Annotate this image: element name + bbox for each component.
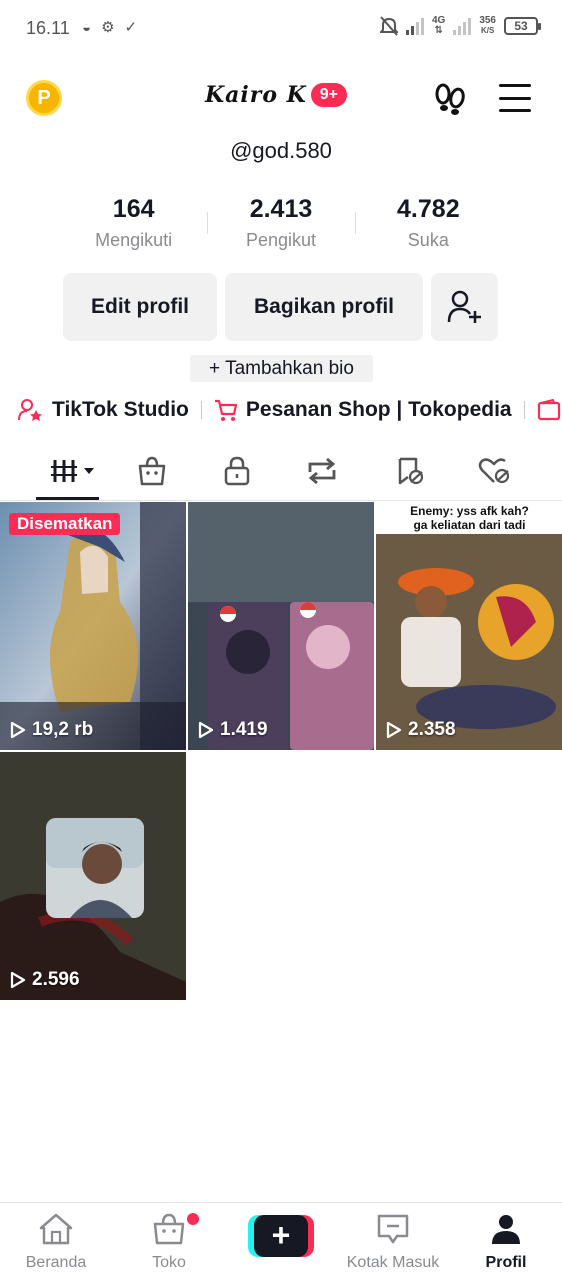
download-done-icon: ✓ (124, 19, 138, 36)
video-thumbnail[interactable]: Disematkan 19,2 rb (0, 502, 186, 750)
shop-orders-label: Pesanan Shop | Tokopedia (245, 398, 512, 421)
shop-bag-icon (138, 456, 166, 486)
account-switcher[interactable]: Kairo K 9+ (205, 82, 348, 108)
view-count-text: 2.358 (408, 719, 456, 740)
stat-label: Suka (407, 230, 449, 250)
tiktok-studio-link[interactable]: TikTok Studio (18, 398, 189, 422)
notification-badge: 9+ (310, 83, 348, 107)
footprints-icon[interactable] (432, 80, 468, 116)
repost-icon (308, 457, 336, 485)
nav-inbox[interactable]: Kotak Masuk (343, 1213, 443, 1272)
cart-icon (214, 399, 237, 421)
video-thumbnail[interactable]: Enemy: yss afk kah? ga keliatan dari tad… (376, 502, 562, 750)
tab-private[interactable] (217, 447, 257, 495)
add-bio-button[interactable]: + Tambahkan bio (190, 355, 373, 382)
status-left-icons: ◒ ⚙ ✓ (82, 18, 137, 38)
video-thumbnail[interactable]: 1.419 (188, 502, 374, 750)
tiktok-studio-label: TikTok Studio (52, 398, 189, 421)
thumbnail-image (376, 502, 562, 750)
nav-home-label: Beranda (25, 1254, 87, 1271)
tab-favorites[interactable] (390, 447, 430, 495)
wallet-link[interactable] (537, 399, 561, 421)
separator (523, 401, 525, 419)
plus-icon: + (254, 1215, 308, 1257)
thumbnail-image (0, 502, 186, 750)
bottom-navigation: Beranda Toko + Kotak Masuk Profil (0, 1202, 562, 1280)
creator-star-icon (18, 399, 42, 421)
tab-shop[interactable] (132, 447, 172, 495)
profile-display-name: Kairo K (205, 82, 307, 108)
inbox-icon (377, 1214, 409, 1244)
play-icon (10, 721, 26, 739)
view-count-text: 1.419 (220, 719, 268, 740)
play-icon (10, 971, 26, 989)
edit-profile-button[interactable]: Edit profil (63, 273, 217, 341)
menu-icon[interactable] (499, 84, 531, 112)
home-icon (39, 1213, 73, 1245)
nav-profile[interactable]: Profil (456, 1213, 556, 1272)
play-icon (198, 721, 214, 739)
thumbnail-image (188, 502, 374, 750)
create-button[interactable]: + (248, 1215, 314, 1257)
nav-shop[interactable]: Toko (119, 1213, 219, 1272)
thumbnail-image (0, 752, 186, 1000)
profile-header: P Kairo K 9+ (0, 70, 562, 126)
signal-strength-2-icon (453, 17, 472, 35)
view-count: 19,2 rb (10, 719, 93, 741)
nav-profile-label: Profil (485, 1254, 527, 1271)
nav-shop-label: Toko (152, 1254, 186, 1271)
signal-strength-icon (405, 17, 424, 35)
status-time: 16.11 (26, 18, 70, 38)
username: @god.580 (230, 138, 332, 163)
settings-gear-icon: ⚙ (101, 19, 115, 36)
tab-liked[interactable] (475, 447, 515, 495)
stat-label: Mengikuti (95, 230, 173, 250)
add-friend-button[interactable] (431, 273, 498, 341)
notifications-off-icon (379, 16, 398, 36)
content-tabs (0, 447, 562, 501)
view-count: 2.358 (386, 719, 456, 741)
view-count-text: 2.596 (32, 969, 80, 990)
status-right-icons: 4G ⇅ 356 K/S 53 (379, 15, 541, 36)
view-count-text: 19,2 rb (32, 719, 94, 740)
stat-value: 164 (112, 195, 155, 223)
separator (200, 401, 202, 419)
pinned-label: Disematkan (9, 513, 121, 535)
tabs-divider (0, 500, 562, 501)
view-count: 1.419 (198, 719, 268, 741)
view-count: 2.596 (10, 969, 80, 991)
battery-icon: 53 (504, 17, 541, 35)
profile-stats: 164 Mengikuti 2.413 Pengikut 4.782 Suka (60, 194, 502, 258)
profile-icon (492, 1215, 520, 1244)
stat-followers[interactable]: 2.413 Pengikut (207, 194, 354, 258)
video-caption: Enemy: yss afk kah? ga keliatan dari tad… (376, 502, 562, 534)
stat-following[interactable]: 164 Mengikuti (60, 194, 207, 258)
stat-value: 4.782 (397, 195, 460, 223)
stat-likes[interactable]: 4.782 Suka (354, 194, 502, 258)
play-icon (386, 721, 402, 739)
tab-reposts[interactable] (302, 447, 342, 495)
stat-value: 2.413 (249, 195, 313, 223)
nav-inbox-label: Kotak Masuk (346, 1254, 440, 1271)
favorites-icon (398, 457, 424, 485)
tab-videos[interactable] (50, 447, 98, 495)
shop-orders-link[interactable]: Pesanan Shop | Tokopedia (214, 398, 512, 422)
network-speed: 356 K/S (479, 15, 496, 36)
stat-label: Pengikut (245, 230, 317, 250)
status-bar: 16.11 ◒ ⚙ ✓ 4G ⇅ 356 K/S 53 (0, 0, 562, 56)
game-controller-icon: ◒ (82, 19, 92, 36)
nav-home[interactable]: Beranda (6, 1213, 106, 1272)
grid-icon (51, 460, 94, 482)
wallet-icon (537, 399, 560, 421)
profile-links-row: TikTok Studio Pesanan Shop | Tokopedia (18, 395, 561, 425)
shop-notification-dot (187, 1213, 199, 1225)
share-profile-button[interactable]: Bagikan profil (225, 273, 423, 341)
lock-icon (224, 456, 250, 486)
liked-icon (478, 458, 510, 484)
add-user-icon (447, 290, 481, 323)
shop-bag-icon (153, 1213, 185, 1245)
coin-icon[interactable]: P (26, 80, 62, 116)
network-type-label: 4G ⇅ (431, 15, 446, 36)
video-thumbnail[interactable]: 2.596 (0, 752, 186, 1000)
